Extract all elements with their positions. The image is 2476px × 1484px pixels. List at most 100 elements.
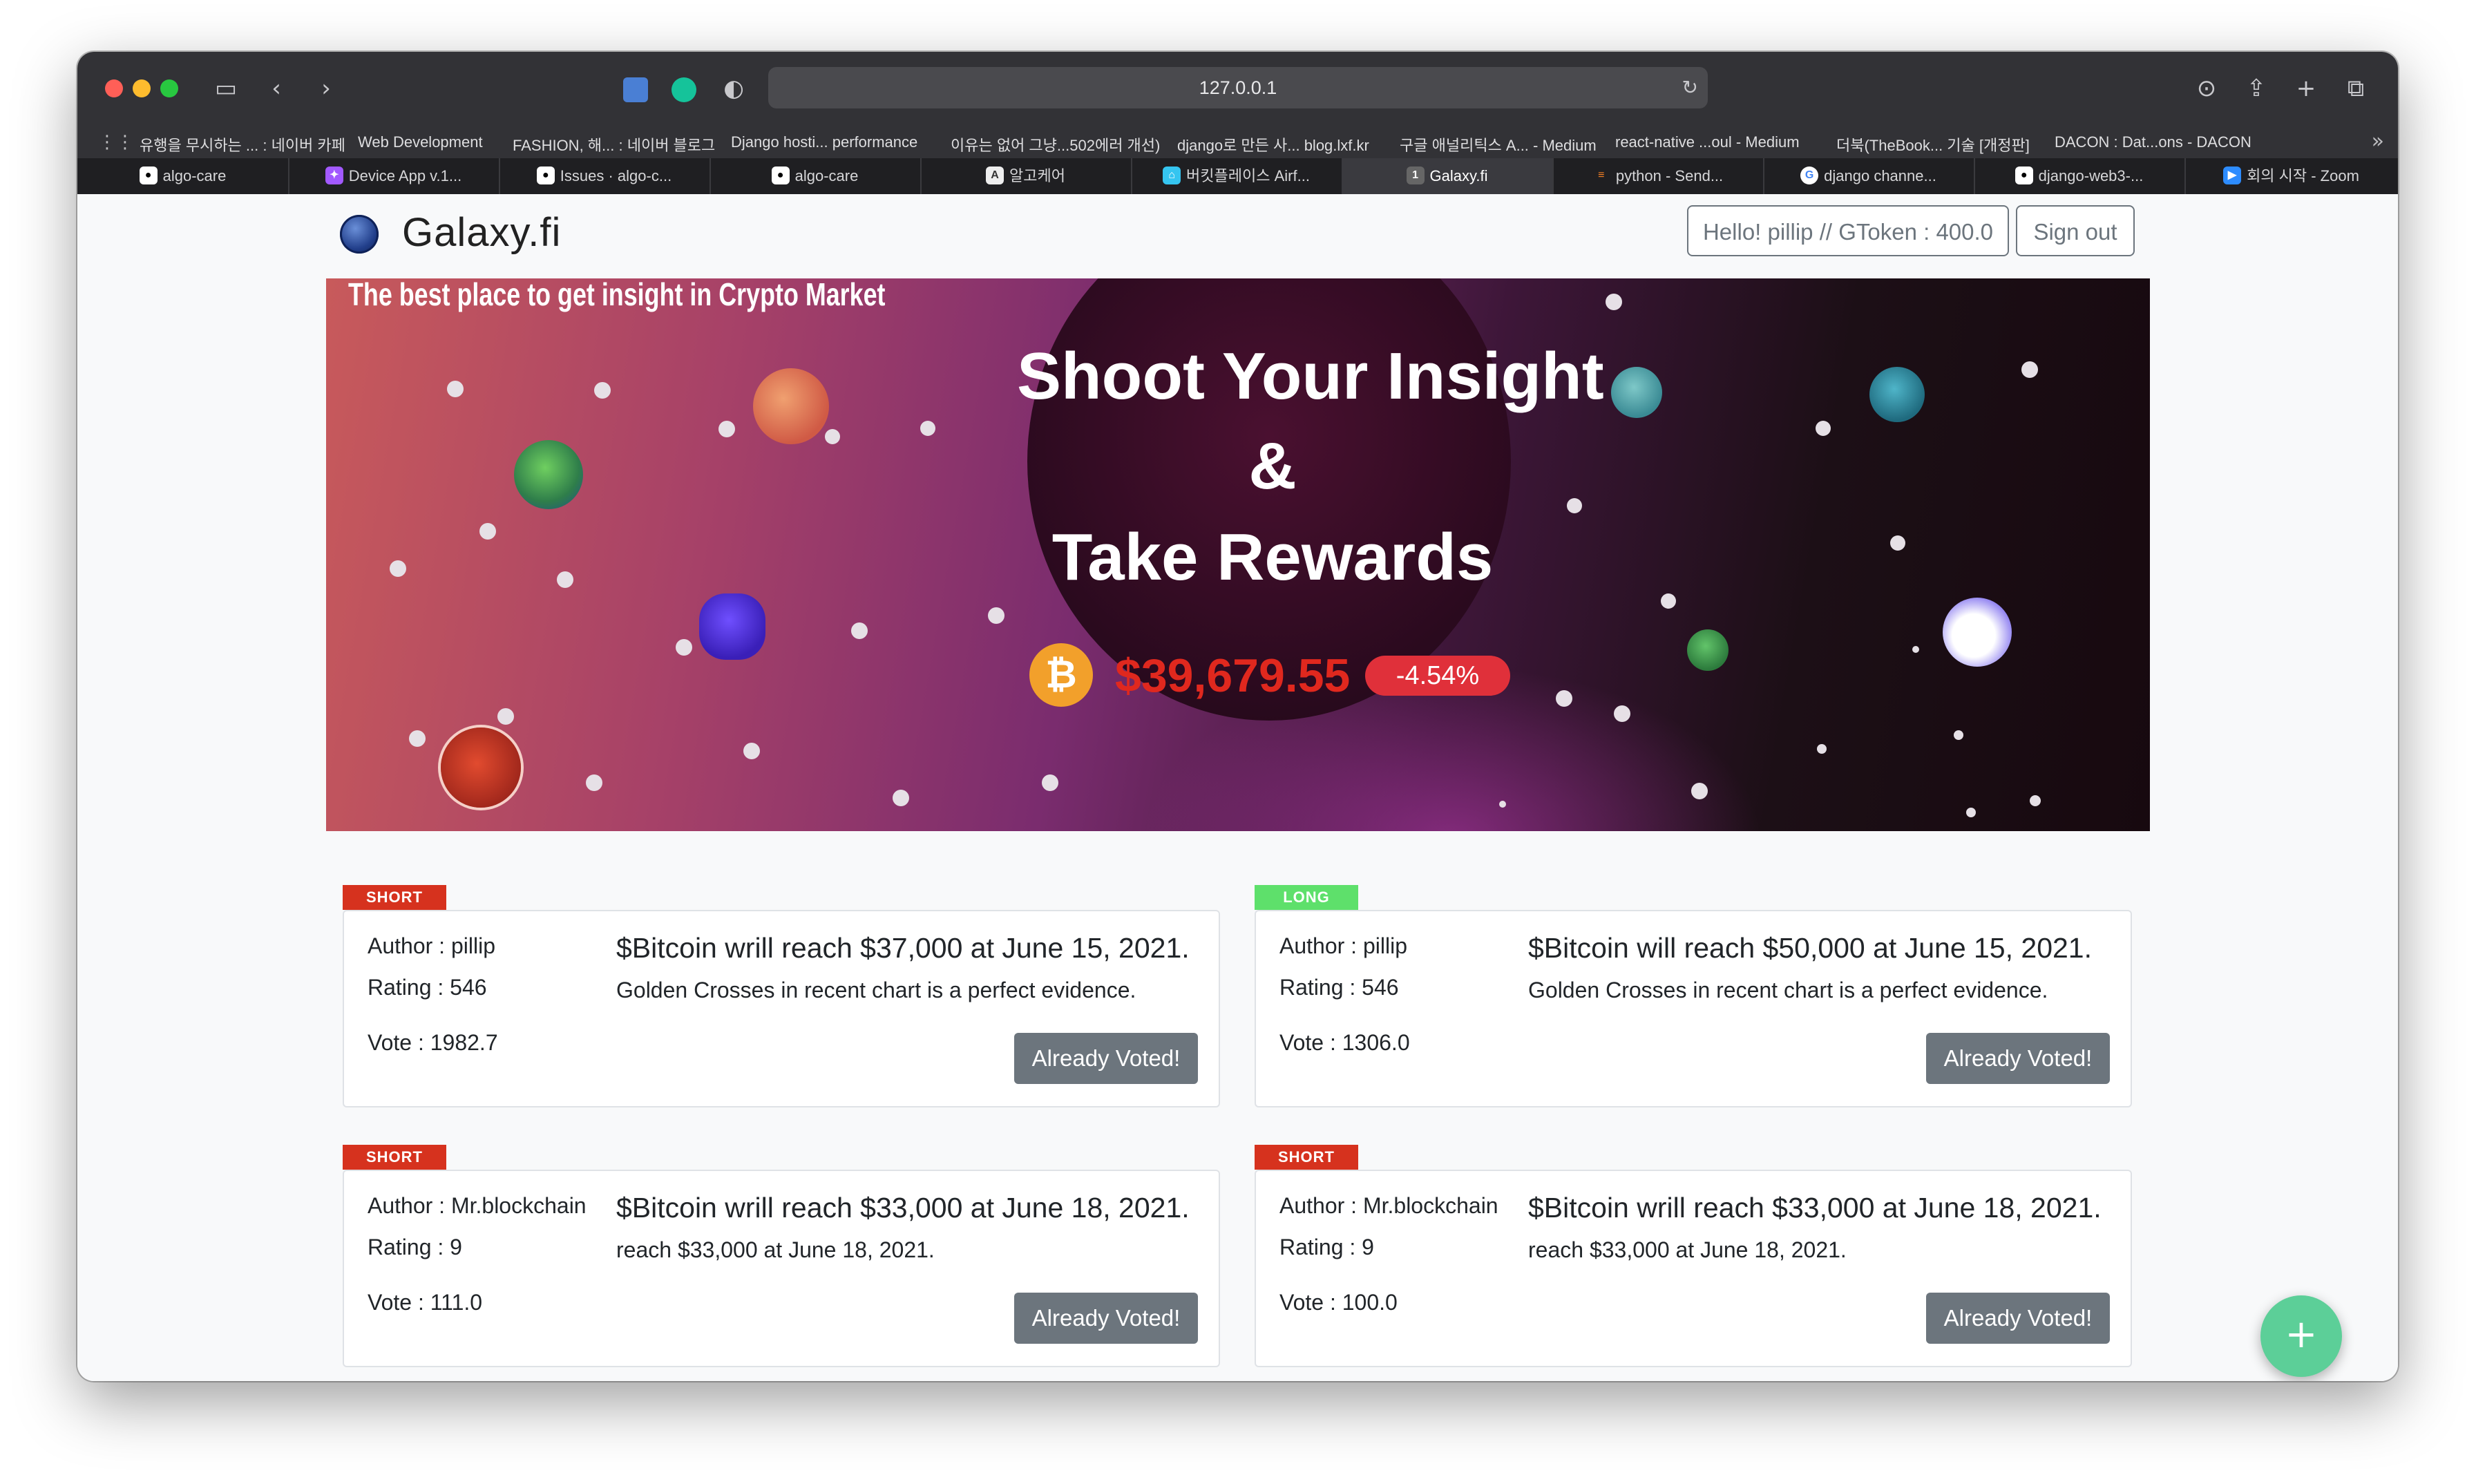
stackoverflow-icon: ≡ — [1598, 169, 1605, 182]
star-dot — [1890, 535, 1905, 551]
sign-out-button[interactable]: Sign out — [2016, 205, 2135, 256]
star-dot — [409, 730, 426, 747]
apps-grid-icon[interactable]: ⋮⋮ — [98, 132, 134, 153]
tab-zoom[interactable]: ▶ 회의 시작 - Zoom — [2184, 158, 2398, 194]
planet-red-icon — [441, 727, 521, 808]
sidebar-icon[interactable]: ▭ — [209, 71, 243, 106]
reload-icon[interactable]: ↻ — [1682, 67, 1698, 108]
already-voted-button[interactable]: Already Voted! — [1926, 1033, 2110, 1084]
zoom-icon: ▶ — [2223, 167, 2242, 185]
tab-algocare-kr[interactable]: A 알고케어 — [920, 158, 1132, 194]
bookmark-item[interactable]: 이유는 없어 그냥...502에러 개선) — [951, 133, 1160, 155]
bookmark-item[interactable]: 유행을 무시하는 ... : 네이버 카페 — [140, 133, 345, 155]
star-dot — [390, 560, 406, 577]
planet-green-icon — [514, 440, 583, 509]
tab-number-badge: 1 — [1406, 167, 1425, 185]
bookmark-item[interactable]: Django hosti... performance — [731, 133, 917, 151]
card-vote: Vote : 100.0 — [1279, 1290, 1398, 1315]
hero-tagline: The best place to get insight in Crypto … — [348, 278, 886, 312]
brand-title[interactable]: Galaxy.fi — [402, 209, 561, 256]
tab-django-web3[interactable]: ● django-web3-... — [1974, 158, 2186, 194]
card-rating: Rating : 9 — [368, 1235, 462, 1259]
address-bar[interactable]: 127.0.0.1 ↻ — [768, 67, 1708, 108]
share-icon[interactable]: ⇪ — [2241, 71, 2272, 106]
bookmark-item[interactable]: DACON : Dat...ons - DACON — [2055, 133, 2251, 151]
already-voted-button[interactable]: Already Voted! — [1014, 1033, 1198, 1084]
star-dot — [1606, 294, 1622, 310]
bookmark-item[interactable]: django로 만든 사... blog.lxf.kr — [1177, 133, 1369, 155]
star-dot — [1912, 646, 1919, 653]
star-dot — [1567, 498, 1582, 513]
bookmark-item[interactable]: 구글 애널리틱스 A... - Medium — [1400, 133, 1597, 155]
card-title[interactable]: $Bitcoin wrill reach $33,000 at June 18,… — [1528, 1192, 2102, 1224]
short-badge: SHORT — [343, 885, 446, 910]
forward-icon[interactable]: › — [312, 71, 340, 106]
star-dot — [718, 421, 735, 437]
tab-bucketplace[interactable]: ⌂ 버킷플레이스 Airf... — [1131, 158, 1343, 194]
tab-algo-care-2[interactable]: ● algo-care — [710, 158, 922, 194]
star-dot — [1614, 705, 1630, 722]
user-token-button[interactable]: Hello! pillip // GToken : 400.0 — [1687, 205, 2009, 256]
house-icon: ⌂ — [1163, 167, 1181, 185]
privacy-shield-icon[interactable]: ◐ — [718, 71, 749, 106]
tab-overview-icon[interactable]: ⧉ — [2341, 71, 2371, 106]
star-dot — [1817, 744, 1827, 754]
minimize-window-button[interactable] — [133, 79, 151, 97]
card-title[interactable]: $Bitcoin wrill reach $33,000 at June 18,… — [616, 1192, 1190, 1224]
star-dot — [1661, 593, 1676, 609]
google-icon: G — [1800, 167, 1819, 185]
hero-banner: The best place to get insight in Crypto … — [326, 278, 2150, 831]
algocare-icon: A — [986, 167, 1004, 185]
star-dot — [497, 708, 514, 725]
already-voted-button[interactable]: Already Voted! — [1014, 1293, 1198, 1344]
card-author: Author : Mr.blockchain — [368, 1193, 587, 1218]
card-description: reach $33,000 at June 18, 2021. — [1528, 1237, 1847, 1262]
card-vote: Vote : 1982.7 — [368, 1030, 498, 1055]
zoom-window-button[interactable] — [160, 79, 178, 97]
card-title[interactable]: $Bitcoin wrill reach $37,000 at June 15,… — [616, 932, 1190, 964]
tab-device-app[interactable]: ✦ Device App v.1... — [288, 158, 500, 194]
planet-ice-icon — [1943, 598, 2012, 667]
star-dot — [557, 571, 573, 588]
tab-algo-care[interactable]: ● algo-care — [77, 158, 289, 194]
bookmark-item[interactable]: Web Development — [358, 133, 483, 151]
card-author: Author : pillip — [368, 933, 495, 958]
bookmark-item[interactable]: react-native ...oul - Medium — [1615, 133, 1800, 151]
page-content: Galaxy.fi Hello! pillip // GToken : 400.… — [77, 194, 2398, 1381]
card-description: Golden Crosses in recent chart is a perf… — [1528, 978, 2048, 1002]
globe-logo-icon[interactable] — [340, 215, 379, 254]
tab-galaxy-fi[interactable]: 1 Galaxy.fi — [1342, 158, 1554, 194]
downloads-icon[interactable]: ⊙ — [2191, 71, 2222, 106]
bookmarks-bar: ⋮⋮ 유행을 무시하는 ... : 네이버 카페 Web Development… — [77, 125, 2398, 158]
planet-blue-icon — [1869, 367, 1925, 422]
star-dot — [920, 421, 935, 436]
tab-issues[interactable]: ● Issues · algo-c... — [499, 158, 711, 194]
star-dot — [1691, 783, 1708, 799]
bookmark-item[interactable]: 더북(TheBook... 기술 [개정판] — [1836, 133, 2030, 155]
more-bookmarks-icon[interactable]: » — [2372, 129, 2384, 153]
star-dot — [1042, 774, 1058, 791]
insight-card: Author : pillip Rating : 546 Vote : 1982… — [343, 910, 1220, 1107]
bookmark-item[interactable]: FASHION, 해... : 네이버 블로그 — [513, 133, 715, 155]
star-dot — [825, 429, 840, 444]
grammarly-icon[interactable] — [669, 71, 699, 106]
new-tab-icon[interactable]: + — [2291, 71, 2321, 106]
insight-card: Author : Mr.blockchain Rating : 9 Vote :… — [343, 1170, 1220, 1367]
card-title[interactable]: $Bitcoin will reach $50,000 at June 15, … — [1528, 932, 2092, 964]
back-icon[interactable]: ‹ — [263, 71, 290, 106]
star-dot — [988, 607, 1004, 624]
star-dot — [586, 774, 602, 791]
github-icon: ● — [771, 167, 790, 185]
already-voted-button[interactable]: Already Voted! — [1926, 1293, 2110, 1344]
card-rating: Rating : 546 — [1279, 975, 1399, 1000]
star-dot — [1954, 730, 1963, 740]
star-dot — [1816, 421, 1831, 436]
hero-title-line1: Shoot Your Insight — [1017, 339, 1604, 413]
tab-django-channels[interactable]: Gdjango channe... — [1763, 158, 1975, 194]
extension-pen-icon[interactable] — [620, 71, 651, 106]
close-window-button[interactable] — [105, 79, 123, 97]
star-dot — [893, 790, 909, 806]
add-insight-button[interactable]: + — [2260, 1295, 2342, 1377]
tab-python-send[interactable]: ≡ python - Send... — [1552, 158, 1764, 194]
card-description: Golden Crosses in recent chart is a perf… — [616, 978, 1136, 1002]
